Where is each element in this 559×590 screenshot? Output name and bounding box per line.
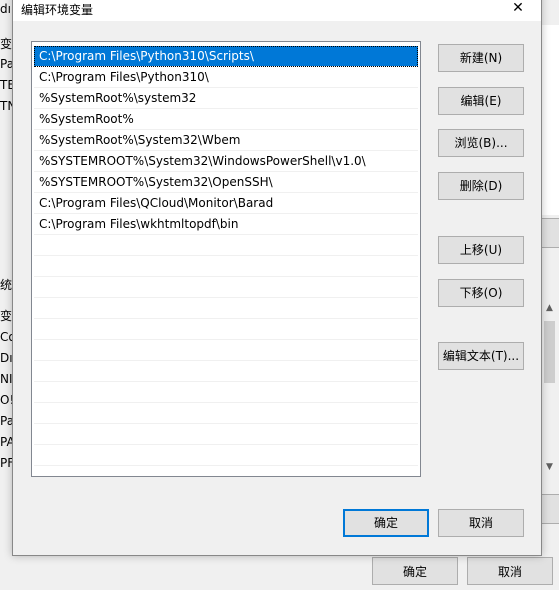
background-scrollbar[interactable]: ▲ ▼	[540, 301, 558, 476]
move-down-button[interactable]: 下移(O)	[438, 279, 524, 307]
clip-text: Dı	[0, 351, 12, 365]
path-list[interactable]: C:\Program Files\Python310\Scripts\ C:\P…	[31, 41, 421, 477]
list-item[interactable]: C:\Program Files\QCloud\Monitor\Barad	[34, 193, 418, 214]
list-item[interactable]: %SYSTEMROOT%\System32\WindowsPowerShell\…	[34, 151, 418, 172]
background-cancel-button[interactable]: 取消	[467, 557, 553, 585]
background-left-clip: dı 变 Pa TE TN 统 变 Co Dı NI O! Pa PA PF	[0, 0, 12, 590]
background-ok-button[interactable]: 确定	[372, 557, 458, 585]
scroll-down-icon[interactable]: ▼	[541, 462, 558, 474]
empty-row[interactable]	[34, 277, 418, 298]
empty-row[interactable]	[34, 319, 418, 340]
background-delete-button-edge[interactable]	[540, 494, 559, 524]
list-item[interactable]: C:\Program Files\Python310\Scripts\	[34, 46, 418, 67]
ok-button[interactable]: 确定	[343, 509, 429, 537]
empty-row[interactable]	[34, 361, 418, 382]
clip-text: PF	[0, 456, 12, 470]
move-up-button[interactable]: 上移(U)	[438, 236, 524, 264]
browse-button[interactable]: 浏览(B)...	[438, 129, 524, 157]
background-delete-button-edge[interactable]	[540, 218, 559, 248]
empty-row[interactable]	[34, 256, 418, 277]
clip-text: 变	[0, 309, 12, 323]
title-bar[interactable]: 编辑环境变量 ✕	[13, 0, 541, 21]
edit-button[interactable]: 编辑(E)	[438, 87, 524, 115]
clip-text: Pa	[0, 57, 12, 71]
list-item[interactable]: %SystemRoot%\System32\Wbem	[34, 130, 418, 151]
list-item[interactable]: C:\Program Files\Python310\	[34, 67, 418, 88]
clip-text: TE	[0, 78, 12, 92]
clip-text: O!	[0, 393, 12, 407]
clip-text: dı	[0, 2, 11, 16]
new-button[interactable]: 新建(N)	[438, 44, 524, 72]
empty-row[interactable]	[34, 445, 418, 466]
clip-text: NI	[0, 372, 12, 386]
empty-row[interactable]	[34, 340, 418, 361]
clip-text: 统	[0, 278, 12, 292]
clip-text: Co	[0, 330, 12, 344]
empty-row[interactable]	[34, 382, 418, 403]
empty-row[interactable]	[34, 403, 418, 424]
clip-text: PA	[0, 435, 12, 449]
delete-button[interactable]: 删除(D)	[438, 172, 524, 200]
list-item[interactable]: %SYSTEMROOT%\System32\OpenSSH\	[34, 172, 418, 193]
list-item[interactable]: %SystemRoot%	[34, 109, 418, 130]
empty-row[interactable]	[34, 298, 418, 319]
edit-env-var-dialog: 编辑环境变量 ✕ C:\Program Files\Python310\Scri…	[12, 0, 542, 556]
clip-text: 变	[0, 37, 12, 51]
cancel-button[interactable]: 取消	[438, 509, 524, 537]
list-item[interactable]: %SystemRoot%\system32	[34, 88, 418, 109]
close-icon[interactable]: ✕	[495, 0, 541, 21]
list-item[interactable]: C:\Program Files\wkhtmltopdf\bin	[34, 214, 418, 235]
background-user-vars-panel-edge	[540, 25, 559, 215]
edit-text-button[interactable]: 编辑文本(T)...	[438, 342, 524, 370]
empty-row[interactable]	[34, 424, 418, 445]
scroll-up-icon[interactable]: ▲	[541, 303, 558, 315]
clip-text: TN	[0, 99, 12, 113]
empty-row[interactable]	[34, 235, 418, 256]
dialog-title: 编辑环境变量	[21, 3, 94, 17]
clip-text: Pa	[0, 414, 12, 428]
scroll-thumb[interactable]	[544, 321, 555, 383]
